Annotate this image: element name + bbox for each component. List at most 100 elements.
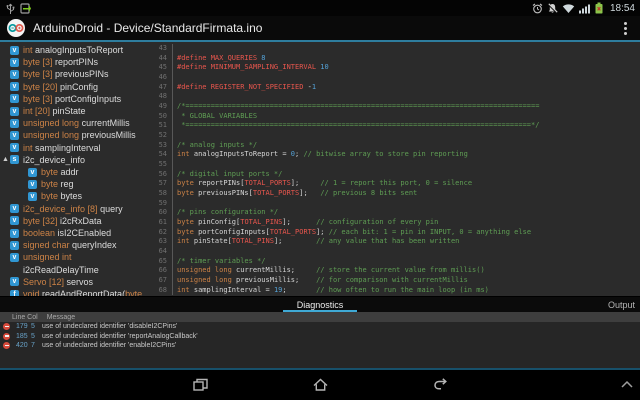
outline-item[interactable]: v byte [3] previousPINs bbox=[0, 68, 144, 80]
code-line[interactable]: 53/* analog inputs */ bbox=[144, 141, 640, 151]
code-line[interactable]: 51 *====================================… bbox=[144, 121, 640, 131]
bottom-panel-tabs: Diagnostics Output bbox=[0, 296, 640, 312]
code-line[interactable]: 59 bbox=[144, 199, 640, 209]
diagnostic-row[interactable]: 1795use of undeclared identifier 'disabl… bbox=[0, 322, 640, 331]
code-line[interactable]: 68int samplingInterval = 19; // how ofte… bbox=[144, 286, 640, 296]
outline-item[interactable]: vunsigned int i2cReadDelayTime bbox=[0, 251, 144, 275]
code-line[interactable]: 62byte portConfigInputs[TOTAL_PORTS]; //… bbox=[144, 228, 640, 238]
code-line[interactable]: 48 bbox=[144, 92, 640, 102]
diagnostics-list[interactable]: 1795use of undeclared identifier 'disabl… bbox=[0, 322, 640, 368]
outline-item[interactable]: vi2c_device_info [8] query bbox=[0, 203, 144, 215]
code-line[interactable]: 52 bbox=[144, 131, 640, 141]
code-line[interactable]: 65/* timer variables */ bbox=[144, 257, 640, 267]
code-token: byte [3] bbox=[23, 57, 55, 67]
code-line[interactable]: 61byte pinConfig[TOTAL_PINS]; // configu… bbox=[144, 218, 640, 228]
outline-item[interactable]: vsigned char queryIndex bbox=[0, 239, 144, 251]
code-token: int bbox=[177, 286, 194, 294]
code-token: byte [32] bbox=[23, 216, 60, 226]
code-token: queryIndex bbox=[72, 240, 117, 250]
code-line[interactable]: 50 * GLOBAL VARIABLES bbox=[144, 112, 640, 122]
line-number: 44 bbox=[144, 54, 167, 64]
code-token: // each bit: 1 = pin in INPUT, 0 = anyth… bbox=[329, 228, 531, 236]
outline-item[interactable]: ▲si2c_device_info bbox=[0, 154, 144, 166]
outline-item[interactable]: vunsigned long previousMillis bbox=[0, 129, 144, 141]
error-icon bbox=[3, 333, 10, 340]
code-token: /* pins configuration */ bbox=[177, 208, 278, 216]
variable-badge-icon: v bbox=[10, 70, 19, 79]
code-line[interactable]: 45#define MINIMUM_SAMPLING_INTERVAL 10 bbox=[144, 63, 640, 73]
code-line[interactable]: 57byte reportPINs[TOTAL_PORTS]; // 1 = r… bbox=[144, 179, 640, 189]
diagnostic-row[interactable]: 4207use of undeclared identifier 'enable… bbox=[0, 341, 640, 350]
outline-item[interactable]: vbyte [20] pinConfig bbox=[0, 81, 144, 93]
outline-item[interactable]: fvoid readAndReportData(byte address, in… bbox=[0, 288, 144, 296]
variable-badge-icon: v bbox=[10, 277, 19, 286]
code-line-text bbox=[172, 131, 181, 141]
code-token: // how often to run the main loop (in ms… bbox=[316, 286, 489, 294]
code-line[interactable]: 55 bbox=[144, 160, 640, 170]
code-token: int bbox=[177, 150, 194, 158]
line-number: 47 bbox=[144, 83, 167, 93]
home-icon[interactable] bbox=[312, 377, 329, 393]
back-icon[interactable] bbox=[432, 377, 450, 393]
code-line[interactable]: 67unsigned long previousMillis; // for c… bbox=[144, 276, 640, 286]
code-line[interactable]: 44#define MAX_QUERIES 8 bbox=[144, 54, 640, 64]
code-line-text: int pinState[TOTAL_PINS]; // any value t… bbox=[172, 237, 459, 247]
outline-panel[interactable]: vint analogInputsToReportvbyte [3] repor… bbox=[0, 42, 144, 296]
code-line[interactable]: 60/* pins configuration */ bbox=[144, 208, 640, 218]
code-token: ; bbox=[282, 286, 316, 294]
outline-item-label: unsigned long currentMillis bbox=[23, 117, 130, 129]
outline-item[interactable]: vbyte bytes bbox=[0, 190, 144, 202]
collapse-triangle-icon[interactable]: ▲ bbox=[1, 154, 10, 166]
diagnostic-message: use of undeclared identifier 'disableI2C… bbox=[42, 323, 177, 330]
code-token: 10 bbox=[320, 63, 328, 71]
code-editor[interactable]: 43 44#define MAX_QUERIES 845#define MINI… bbox=[144, 42, 640, 296]
code-token: currentMillis bbox=[82, 118, 130, 128]
code-line[interactable]: 56/* digital input ports */ bbox=[144, 170, 640, 180]
code-line[interactable]: 49/*====================================… bbox=[144, 102, 640, 112]
code-token: query bbox=[100, 204, 123, 214]
outline-item[interactable]: vbyte [32] i2cRxData bbox=[0, 215, 144, 227]
code-line[interactable]: 66unsigned long currentMillis; // store … bbox=[144, 266, 640, 276]
code-token: analogInputsToReport bbox=[35, 45, 123, 55]
line-number: 56 bbox=[144, 170, 167, 180]
code-line-text bbox=[172, 92, 181, 102]
code-token: /*======================================… bbox=[177, 102, 539, 110]
code-token: 8 bbox=[261, 54, 265, 62]
collapse-icon[interactable] bbox=[620, 380, 634, 389]
code-token: // for comparison with currentMillis bbox=[316, 276, 468, 284]
outline-item[interactable]: vint analogInputsToReport bbox=[0, 44, 144, 56]
outline-item[interactable]: vbyte addr bbox=[0, 166, 144, 178]
code-token: previousMillis; bbox=[236, 276, 316, 284]
tab-diagnostics[interactable]: Diagnostics bbox=[281, 297, 360, 312]
line-number: 51 bbox=[144, 121, 167, 131]
outline-item[interactable]: vbyte [3] portConfigInputs bbox=[0, 93, 144, 105]
code-line[interactable]: 46 bbox=[144, 73, 640, 83]
code-line[interactable]: 58byte previousPINs[TOTAL_PORTS]; // pre… bbox=[144, 189, 640, 199]
window-title: ArduinoDroid - Device/StandardFirmata.in… bbox=[33, 21, 262, 35]
code-line[interactable]: 63int pinState[TOTAL_PINS]; // any value… bbox=[144, 237, 640, 247]
outline-item[interactable]: vbyte reg bbox=[0, 178, 144, 190]
outline-item-label: byte [32] i2cRxData bbox=[23, 215, 102, 227]
variable-badge-icon: v bbox=[10, 241, 19, 250]
code-token: byte bbox=[41, 179, 61, 189]
code-line-text bbox=[172, 44, 181, 54]
variable-badge-icon: v bbox=[10, 204, 19, 213]
code-line[interactable]: 43 bbox=[144, 44, 640, 54]
outline-item-label: byte [3] previousPINs bbox=[23, 68, 109, 80]
outline-item[interactable]: vunsigned long currentMillis bbox=[0, 117, 144, 129]
code-line[interactable]: 54int analogInputsToReport = 0; // bitwi… bbox=[144, 150, 640, 160]
code-token: TOTAL_PORTS bbox=[244, 179, 290, 187]
diagnostic-row[interactable]: 1855use of undeclared identifier 'report… bbox=[0, 331, 640, 340]
code-line[interactable]: 47#define REGISTER_NOT_SPECIFIED -1 bbox=[144, 83, 640, 93]
overflow-menu-button[interactable] bbox=[618, 18, 633, 39]
outline-item[interactable]: vboolean isI2CEnabled bbox=[0, 227, 144, 239]
outline-item[interactable]: vint [20] pinState bbox=[0, 105, 144, 117]
outline-item[interactable]: vbyte [3] reportPINs bbox=[0, 56, 144, 68]
code-line[interactable]: 64 bbox=[144, 247, 640, 257]
outline-item[interactable]: vServo [12] servos bbox=[0, 276, 144, 288]
tab-output[interactable]: Output bbox=[606, 297, 637, 312]
line-number: 46 bbox=[144, 73, 167, 83]
recent-apps-icon[interactable] bbox=[192, 377, 209, 393]
code-token: TOTAL_PORTS bbox=[270, 228, 316, 236]
outline-item[interactable]: vint samplingInterval bbox=[0, 142, 144, 154]
